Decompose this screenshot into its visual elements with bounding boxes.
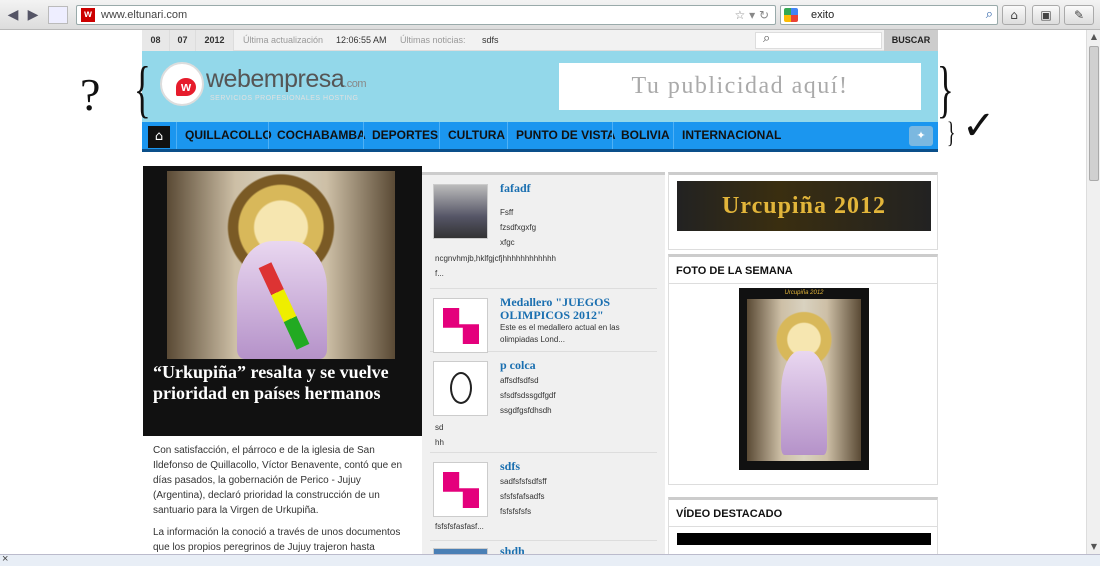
news-title[interactable]: Medallero "JUEGOS OLIMPICOS 2012" [500, 296, 660, 322]
scroll-down-icon[interactable]: ▼ [1087, 540, 1100, 554]
news-excerpt-line: affsdfsdfsd [500, 376, 539, 385]
bookmark-star-icon[interactable]: ☆ ▾ ↻ [735, 8, 769, 22]
date-year: 2012 [196, 30, 234, 51]
menu-item-cochabamba[interactable]: COCHABAMBA [268, 122, 374, 149]
feature-story[interactable]: “Urkupiña” resalta y se vuelve prioridad… [143, 166, 422, 436]
news-excerpt-line: Este es el medallero actual en las [500, 323, 620, 332]
poster-title: Urcupiña 2012 [784, 290, 824, 296]
back-arrow-icon[interactable]: ◀ [4, 6, 22, 24]
news-title[interactable]: fafadf [500, 182, 660, 195]
news-item[interactable]: p colca affsdfsdfsd sfsdfsdssgdfgdf ssgd… [430, 352, 657, 453]
featured-video-box: VÍDEO DESTACADO [668, 497, 938, 554]
news-thumbnail[interactable] [433, 184, 488, 239]
olympics-logo-icon[interactable] [433, 462, 488, 517]
google-icon[interactable] [784, 8, 798, 22]
browser-toolbar: ◀ ▶ w www.eltunari.com ☆ ▾ ↻ exito ⌕ ⌂ ▣… [0, 0, 1100, 30]
site-search-input[interactable]: ⌕ [755, 31, 882, 49]
menu-item-quillacollo[interactable]: QUILLACOLLO [176, 122, 280, 149]
featured-video-heading: VÍDEO DESTACADO [676, 508, 783, 520]
feature-paragraph: La información la conoció a través de un… [153, 527, 401, 553]
news-excerpt-line: sd [435, 423, 444, 432]
photo-of-week-image[interactable]: Urcupiña 2012 [739, 288, 869, 470]
tools-menu-icon[interactable]: ✎ [1064, 5, 1094, 25]
scrollbar-thumb[interactable] [1089, 46, 1099, 181]
search-button[interactable]: BUSCAR [884, 30, 938, 51]
updated-time: 12:06:55 AM [336, 35, 387, 45]
search-term[interactable]: exito [811, 9, 834, 21]
main-menu: ⌂ QUILLACOLLO COCHABAMBA DEPORTES CULTUR… [142, 122, 938, 152]
menu-item-bolivia[interactable]: BOLIVIA [612, 122, 678, 149]
news-excerpt-line: ssgdfgsfdhsdh [500, 406, 552, 415]
search-icon[interactable]: ⌕ [986, 7, 993, 22]
news-item[interactable]: fafadf Fsff fzsdfxgxfg xfgc ncgnvhmjb,hk… [430, 175, 657, 289]
news-list: fafadf Fsff fzsdfxgxfg xfgc ncgnvhmjb,hk… [422, 172, 665, 558]
address-bar[interactable]: w www.eltunari.com ☆ ▾ ↻ [76, 5, 776, 25]
date-day: 08 [142, 30, 170, 51]
menu-item-cultura[interactable]: CULTURA [439, 122, 513, 149]
checkmark-annotation: ✓ [962, 103, 996, 149]
feature-paragraph: Con satisfacción, el párroco e de la igl… [153, 445, 403, 516]
news-excerpt-line: fsfsfsfasfasf... [435, 522, 484, 531]
right-brace-annotation: } [936, 53, 954, 124]
left-brace-annotation: { [133, 53, 151, 124]
news-title[interactable]: p colca [500, 359, 660, 372]
vertical-scrollbar[interactable]: ▲ ▼ [1086, 30, 1100, 554]
feature-body: Con satisfacción, el párroco e de la igl… [143, 436, 422, 554]
photo-of-week-box: FOTO DE LA SEMANA Urcupiña 2012 [668, 254, 938, 485]
latest-news-label: Últimas noticias: [400, 35, 466, 45]
news-excerpt-line: fsfsfsfsfs [500, 507, 532, 516]
news-excerpt-line: fzsdfxgxfg [500, 223, 537, 232]
news-excerpt-line: hh [435, 438, 444, 447]
news-excerpt-line: xfgc [500, 238, 515, 247]
site-favicon-icon: w [81, 8, 95, 22]
date-month: 07 [170, 30, 196, 51]
logo-tagline: SERVICIOS PROFESIONALES HOSTING [210, 95, 359, 102]
bookmarks-icon[interactable] [48, 6, 68, 24]
home-icon[interactable]: ⌂ [1002, 5, 1026, 25]
olympics-logo-icon[interactable] [433, 298, 488, 353]
news-excerpt-line: f... [435, 269, 444, 278]
news-excerpt-line: ncgnvhmjb,hklfgjcfjhhhhhhhhhhhh [435, 254, 556, 263]
twitter-icon[interactable]: ✦ [909, 126, 933, 146]
status-bar: × [0, 553, 1100, 566]
home-icon[interactable]: ⌂ [148, 126, 170, 148]
urcupina-banner[interactable]: Urcupiña 2012 [677, 181, 931, 231]
news-excerpt-line: sfsfsfafsadfs [500, 492, 545, 501]
logo-icon[interactable]: w [160, 62, 204, 106]
updated-label: Última actualización [243, 35, 324, 45]
feature-title[interactable]: “Urkupiña” resalta y se vuelve prioridad… [153, 362, 415, 404]
close-icon[interactable]: × [2, 553, 8, 565]
news-title[interactable]: sdfs [500, 460, 660, 473]
urcupina-banner-box: Urcupiña 2012 [668, 172, 938, 250]
forward-arrow-icon[interactable]: ▶ [24, 6, 42, 24]
top-info-bar: 08 07 2012 Última actualización 12:06:55… [142, 30, 938, 51]
menu-item-punto-de-vista[interactable]: PUNTO DE VISTA [507, 122, 624, 149]
search-icon: ⌕ [763, 31, 771, 46]
menu-item-deportes[interactable]: DEPORTES [363, 122, 446, 149]
news-item[interactable]: sdfs sadfsfsfsdfsff sfsfsfafsadfs fsfsfs… [430, 453, 657, 541]
news-excerpt-line: Fsff [500, 208, 514, 217]
video-player[interactable] [677, 533, 931, 545]
ad-banner[interactable]: Tu publicidad aquí! [559, 63, 921, 110]
cartoon-thumbnail[interactable] [433, 361, 488, 416]
news-excerpt-line: sadfsfsfsdfsff [500, 477, 547, 486]
question-mark-annotation: ? [80, 69, 101, 120]
feature-photo[interactable] [167, 171, 395, 359]
scroll-up-icon[interactable]: ▲ [1087, 30, 1100, 44]
latest-news-link[interactable]: sdfs [482, 30, 499, 51]
logo-text[interactable]: webempresa.com [206, 65, 366, 94]
news-excerpt-line: olimpiadas Lond... [500, 335, 565, 344]
site-header: w webempresa.com SERVICIOS PROFESIONALES… [142, 51, 938, 122]
news-item[interactable]: Medallero "JUEGOS OLIMPICOS 2012" Este e… [430, 289, 660, 353]
small-brace-annotation: } [946, 116, 956, 149]
news-excerpt-line: sfsdfsdssgdfgdf [500, 391, 556, 400]
menu-item-internacional[interactable]: INTERNACIONAL [673, 122, 789, 149]
url-text[interactable]: www.eltunari.com [101, 9, 187, 21]
photo-of-week-heading: FOTO DE LA SEMANA [676, 265, 793, 277]
page-menu-icon[interactable]: ▣ [1032, 5, 1060, 25]
browser-search-box[interactable]: exito ⌕ [780, 5, 998, 25]
